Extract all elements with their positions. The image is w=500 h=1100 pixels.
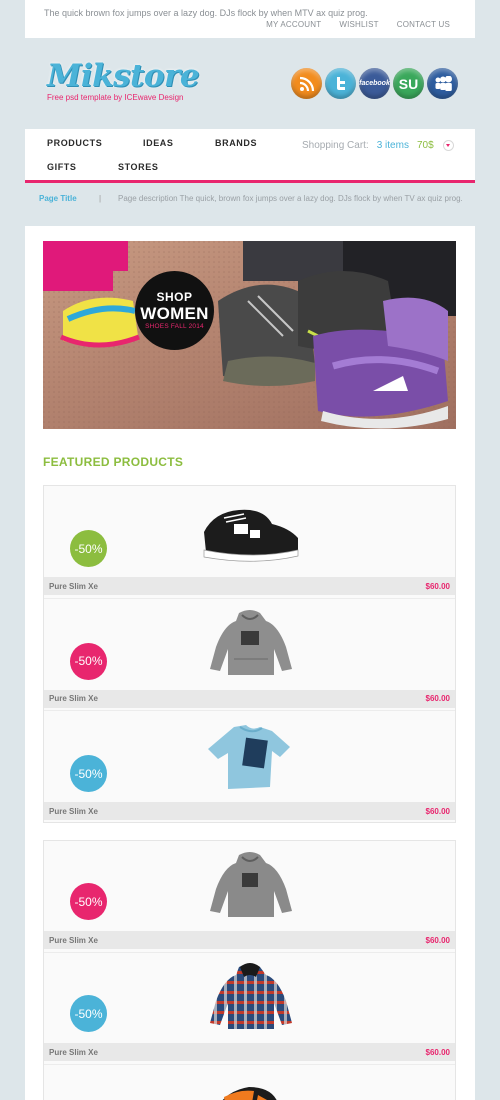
page-description: Page description The quick, brown fox ju… [118,194,463,203]
product-price: $60.00 [425,694,450,703]
featured-products-heading: FEATURED PRODUCTS [43,455,184,469]
product-footer: Pure Slim Xe $60.00 [44,1043,455,1061]
nav-item-gifts[interactable]: GIFTS [47,162,77,172]
product-card[interactable]: -50% Pure Slim Xe $60.00 [44,711,455,824]
product-price: $60.00 [425,581,450,591]
hero-banner[interactable]: SHOP WOMEN SHOES FALL 2014 [43,241,456,429]
hoodie-image [210,609,292,675]
rss-icon[interactable] [291,68,322,99]
product-price: $60.00 [425,935,450,945]
cart-dropdown-icon[interactable] [442,140,454,151]
page-title: Page Title [39,194,77,203]
top-bar: The quick brown fox jumps over a lazy do… [25,0,475,38]
facebook-label: facebook [359,80,390,87]
cart-total: 70$ [416,140,434,151]
banner-photo [43,241,456,429]
shop-label: SHOP [156,290,193,304]
facebook-icon[interactable]: facebook [359,68,390,99]
main-content: SHOP WOMEN SHOES FALL 2014 FEATURED PROD… [25,226,475,1100]
product-price: $60.00 [425,1047,450,1057]
shopping-cart[interactable]: Shopping Cart: 3 items 70$ [302,140,454,151]
tshirt-image [208,725,290,789]
plaid-hoodie-image [210,963,292,1029]
discount-badge: -50% [70,883,107,920]
season-label: SHOES FALL 2014 [145,323,204,330]
product-name: Pure Slim Xe [49,806,98,816]
product-name: Pure Slim Xe [49,694,98,703]
wishlist-link[interactable]: WISHLIST [339,20,378,29]
stumbleupon-icon[interactable]: SU [393,68,424,99]
nav-item-products[interactable]: PRODUCTS [47,138,102,148]
cart-label: Shopping Cart: [302,140,369,151]
product-card[interactable]: -50% Pure Slim Xe $60.00 [44,841,455,953]
logo-subtitle: Free psd template by ICEwave Design [47,93,184,102]
logo[interactable]: Mikstore Free psd template by ICEwave De… [47,60,207,110]
contact-us-link[interactable]: CONTACT US [397,20,450,29]
twitter-icon[interactable] [325,68,356,99]
product-card[interactable]: -50% Pure Slim Xe $60.00 [44,953,455,1065]
product-group: -50% Pure Slim Xe $60.00 -50% Pure Slim … [43,840,456,1100]
social-icons: facebook SU [291,68,458,99]
nav-item-brands[interactable]: BRANDS [215,138,257,148]
product-card[interactable]: -50% Pure Slim Xe $60.00 [44,486,455,599]
discount-badge: -50% [70,995,107,1032]
top-links: MY ACCOUNT WISHLIST CONTACT US [266,20,450,29]
product-footer: Pure Slim Xe $60.00 [44,802,455,820]
product-footer: Pure Slim Xe $60.00 [44,577,455,595]
stumbleupon-label: SU [398,75,419,92]
product-price: $60.00 [425,806,450,816]
sneaker-image [203,509,299,562]
hoodie-image [210,852,292,917]
nav-item-ideas[interactable]: IDEAS [143,138,174,148]
product-footer: Pure Slim Xe $60.00 [44,689,455,708]
discount-badge: -50% [70,755,107,792]
sneaker-image [222,1087,277,1100]
shop-women-badge[interactable]: SHOP WOMEN SHOES FALL 2014 [135,271,214,350]
product-card[interactable] [44,1065,455,1100]
main-navigation: PRODUCTS IDEAS BRANDS GIFTS STORES Shopp… [25,129,475,183]
women-label: WOMEN [140,304,209,323]
product-card[interactable]: -50% Pure Slim Xe $60.00 [44,599,455,711]
tagline: The quick brown fox jumps over a lazy do… [44,8,368,18]
product-name: Pure Slim Xe [49,1047,98,1057]
product-name: Pure Slim Xe [49,935,98,945]
discount-badge: -50% [70,642,107,680]
product-footer: Pure Slim Xe $60.00 [44,931,455,949]
nav-item-stores[interactable]: STORES [118,162,158,172]
product-group: -50% Pure Slim Xe $60.00 -50% Pure Slim … [43,485,456,823]
my-account-link[interactable]: MY ACCOUNT [266,20,321,29]
myspace-icon[interactable] [427,68,458,99]
logo-wordmark: Mikstore [47,58,200,94]
discount-badge: -50% [70,530,107,567]
product-name: Pure Slim Xe [49,581,98,591]
title-separator: | [99,194,102,203]
cart-item-count: 3 items [376,140,409,151]
